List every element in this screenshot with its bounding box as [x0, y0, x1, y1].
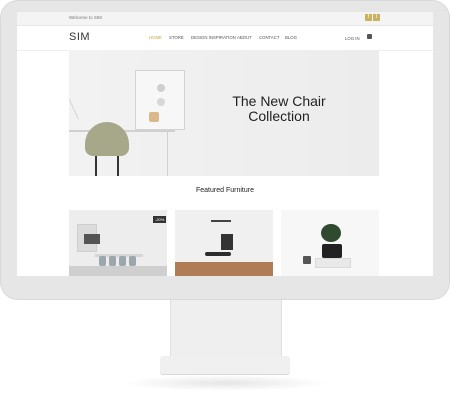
- monitor-stand-neck: [170, 300, 282, 360]
- nav-home[interactable]: HOME: [149, 35, 162, 40]
- stand: [315, 258, 351, 268]
- stand-shadow: [120, 375, 330, 391]
- chair-leg: [95, 156, 97, 176]
- plant-pot: [149, 112, 159, 122]
- vase: [303, 256, 311, 264]
- logo[interactable]: SIM: [69, 31, 90, 43]
- cart-icon[interactable]: [367, 34, 372, 39]
- hero-title-line2: Collection: [248, 108, 310, 124]
- frame-art-dot: [157, 84, 165, 92]
- hero-banner: The New Chair Collection: [69, 50, 379, 176]
- chair-leg: [117, 156, 119, 176]
- tv: [84, 234, 100, 244]
- monitor-stand-base: [160, 356, 290, 374]
- table: [205, 252, 231, 256]
- dining-chair: [129, 256, 136, 266]
- featured-cards: -20%: [69, 210, 379, 276]
- nav-contact[interactable]: CONTACT: [259, 35, 279, 40]
- wood-floor: [175, 262, 273, 276]
- floor: [69, 266, 167, 276]
- lamp: [211, 220, 231, 222]
- monitor: Welcome to SIM f t SIM HOME STORE DESIGN…: [0, 0, 450, 300]
- nav-about[interactable]: ABOUT: [237, 35, 252, 40]
- dining-chair: [109, 256, 116, 266]
- wall-art: [221, 234, 233, 250]
- navbar: SIM HOME STORE DESIGN INSPIRATION ABOUT …: [17, 26, 433, 51]
- plant-pot: [322, 244, 342, 258]
- product-card[interactable]: -20%: [69, 210, 167, 276]
- twitter-icon[interactable]: t: [373, 14, 380, 21]
- top-bar: Welcome to SIM f t: [17, 12, 433, 26]
- desk-leg: [167, 132, 168, 176]
- facebook-icon[interactable]: f: [365, 14, 372, 21]
- plant: [321, 224, 341, 242]
- nav-store[interactable]: STORE: [169, 35, 184, 40]
- dining-chair: [119, 256, 126, 266]
- product-card[interactable]: [281, 210, 379, 276]
- hero-title: The New Chair Collection: [219, 94, 339, 124]
- login-link[interactable]: LOG IN: [345, 36, 360, 41]
- nav-blog[interactable]: BLOG: [285, 35, 297, 40]
- hero-title-line1: The New Chair: [232, 93, 326, 109]
- product-card[interactable]: [175, 210, 273, 276]
- discount-badge: -20%: [153, 216, 167, 223]
- nav-design-inspiration[interactable]: DESIGN INSPIRATION: [191, 35, 236, 40]
- screen: Welcome to SIM f t SIM HOME STORE DESIGN…: [17, 12, 433, 276]
- featured-title: Featured Furniture: [196, 187, 254, 194]
- dining-chair: [99, 256, 106, 266]
- welcome-text: Welcome to SIM: [69, 15, 102, 20]
- frame-art-dot: [157, 98, 165, 106]
